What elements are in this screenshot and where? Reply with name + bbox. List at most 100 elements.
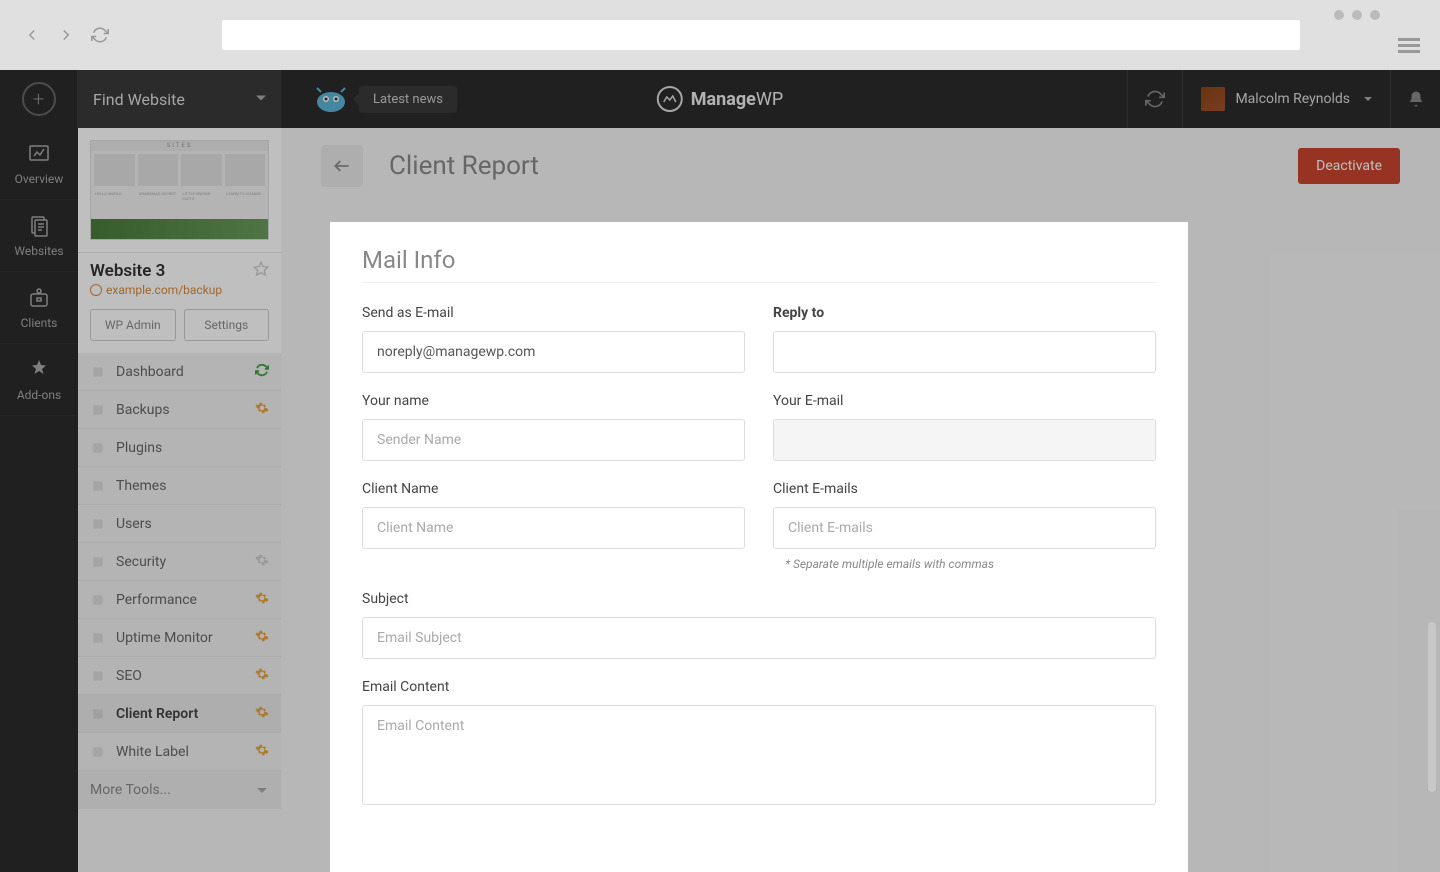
menu-item-icon	[90, 554, 106, 570]
chevron-down-icon	[257, 788, 267, 793]
your-email-label: Your E-mail	[773, 393, 1156, 409]
brand-logo: ManageWP	[657, 86, 783, 112]
sidebar-item-backups[interactable]: Backups	[78, 391, 281, 429]
sidebar-item-security[interactable]: Security	[78, 543, 281, 581]
nav-label: Clients	[21, 316, 58, 330]
more-tools-label: More Tools...	[90, 782, 171, 798]
add-website-button[interactable]: +	[0, 70, 78, 128]
menu-item-label: Security	[116, 554, 166, 570]
send-as-email-input[interactable]	[362, 331, 745, 373]
browser-back-button[interactable]	[20, 23, 44, 47]
your-email-input	[773, 419, 1156, 461]
menu-item-label: Plugins	[116, 440, 162, 456]
menu-item-label: Client Report	[116, 706, 198, 722]
notifications-button[interactable]	[1390, 70, 1440, 128]
sidebar-item-users[interactable]: Users	[78, 505, 281, 543]
mail-info-card: Mail Info Send as E-mail Reply to Your n…	[330, 222, 1188, 872]
more-tools-dropdown[interactable]: More Tools...	[78, 771, 281, 809]
find-website-dropdown[interactable]: Find Website	[78, 70, 281, 128]
site-preview: SITES HELLO WORLDGRANDMAS SECRETLITTLE K…	[78, 128, 281, 253]
back-button[interactable]	[321, 145, 363, 187]
sidebar-item-client-report[interactable]: Client Report	[78, 695, 281, 733]
site-title: Website 3	[90, 261, 165, 281]
client-name-input[interactable]	[362, 507, 745, 549]
sidebar-item-plugins[interactable]: Plugins	[78, 429, 281, 467]
plus-icon: +	[22, 82, 56, 116]
gear-icon[interactable]	[255, 401, 269, 419]
gear-icon[interactable]	[255, 743, 269, 761]
email-content-textarea[interactable]	[362, 705, 1156, 805]
avatar	[1201, 87, 1225, 111]
your-name-label: Your name	[362, 393, 745, 409]
mascot-icon	[311, 79, 351, 119]
globe-icon	[90, 284, 102, 296]
wp-admin-button[interactable]: WP Admin	[90, 309, 176, 341]
deactivate-button[interactable]: Deactivate	[1298, 148, 1400, 184]
gear-icon[interactable]	[255, 705, 269, 723]
reply-to-input[interactable]	[773, 331, 1156, 373]
gear-icon[interactable]	[255, 667, 269, 685]
favorite-star-icon[interactable]	[253, 261, 269, 281]
site-url[interactable]: example.com/backup	[90, 283, 269, 297]
divider	[362, 282, 1156, 283]
client-emails-input[interactable]	[773, 507, 1156, 549]
menu-item-icon	[90, 592, 106, 608]
menu-item-label: Backups	[116, 402, 170, 418]
user-menu[interactable]: Malcolm Reynolds	[1182, 70, 1390, 128]
site-info: Website 3 example.com/backup WP Admin Se…	[78, 253, 281, 353]
browser-url-bar[interactable]	[222, 20, 1300, 50]
refresh-icon	[255, 363, 269, 381]
find-website-label: Find Website	[93, 90, 185, 109]
menu-item-label: Users	[116, 516, 152, 532]
gear-icon[interactable]	[255, 591, 269, 609]
refresh-button[interactable]	[1127, 70, 1182, 128]
sidebar-item-seo[interactable]: SEO	[78, 657, 281, 695]
menu-item-label: SEO	[116, 668, 142, 684]
topbar: + Find Website Latest news ManageWP Malc…	[0, 70, 1440, 128]
page-title: Client Report	[389, 151, 539, 181]
browser-chrome	[0, 0, 1440, 70]
nav-overview[interactable]: Overview	[0, 128, 78, 200]
nav-label: Overview	[15, 172, 64, 186]
latest-news-badge[interactable]: Latest news	[359, 86, 457, 113]
subject-label: Subject	[362, 591, 1156, 607]
window-dot[interactable]	[1352, 10, 1362, 20]
menu-item-icon	[90, 744, 106, 760]
nav-clients[interactable]: Clients	[0, 272, 78, 344]
sidebar-item-themes[interactable]: Themes	[78, 467, 281, 505]
sidebar-item-performance[interactable]: Performance	[78, 581, 281, 619]
menu-item-icon	[90, 516, 106, 532]
chevron-down-icon	[1364, 97, 1372, 101]
menu-item-label: Dashboard	[116, 364, 184, 380]
browser-reload-button[interactable]	[88, 23, 112, 47]
sidebar-item-uptime-monitor[interactable]: Uptime Monitor	[78, 619, 281, 657]
settings-button[interactable]: Settings	[184, 309, 270, 341]
nav-websites[interactable]: Websites	[0, 200, 78, 272]
browser-menu-button[interactable]	[1398, 35, 1420, 56]
subject-input[interactable]	[362, 617, 1156, 659]
user-name: Malcolm Reynolds	[1235, 91, 1350, 107]
gear-icon[interactable]	[255, 553, 269, 571]
nav-addons[interactable]: Add-ons	[0, 344, 78, 416]
client-name-label: Client Name	[362, 481, 745, 497]
window-dot[interactable]	[1334, 10, 1344, 20]
browser-forward-button[interactable]	[54, 23, 78, 47]
window-dot[interactable]	[1370, 10, 1380, 20]
sidebar-item-dashboard[interactable]: Dashboard	[78, 353, 281, 391]
sidebar-item-white-label[interactable]: White Label	[78, 733, 281, 771]
site-url-text: example.com/backup	[106, 283, 222, 297]
nav-label: Websites	[14, 244, 63, 258]
your-name-input[interactable]	[362, 419, 745, 461]
reply-to-label: Reply to	[773, 305, 1156, 321]
site-thumbnail[interactable]: SITES HELLO WORLDGRANDMAS SECRETLITTLE K…	[90, 140, 269, 240]
menu-item-icon	[90, 402, 106, 418]
gear-icon[interactable]	[255, 629, 269, 647]
sidebar: SITES HELLO WORLDGRANDMAS SECRETLITTLE K…	[78, 128, 281, 872]
section-title: Mail Info	[362, 246, 1156, 274]
client-emails-hint: * Separate multiple emails with commas	[773, 557, 1156, 571]
window-controls	[1334, 10, 1380, 20]
scrollbar-thumb[interactable]	[1428, 622, 1436, 792]
send-as-email-label: Send as E-mail	[362, 305, 745, 321]
menu-item-icon	[90, 630, 106, 646]
page-header: Client Report Deactivate	[281, 128, 1440, 204]
